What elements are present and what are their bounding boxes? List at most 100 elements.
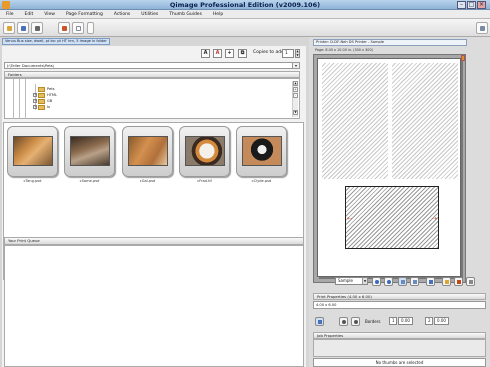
borders-label: Borders [365,319,381,324]
scroll-button-icon[interactable]: – [293,93,298,98]
folders-header: Folders [4,71,300,78]
thumbnail-card[interactable] [179,126,230,177]
menu-help[interactable]: Help [213,12,223,17]
folder-icon [38,104,45,110]
copies-spinner[interactable]: ▲ ▼ [295,49,300,58]
thumbnail-label: cSame.psd [79,179,100,183]
print-queue-area[interactable] [4,245,304,367]
scroll-button-icon[interactable]: + [293,87,298,92]
expand-icon[interactable]: + [33,93,37,97]
print-size-select[interactable]: 4.00 x 6.00 [313,301,486,309]
border-count-2[interactable]: 2 [425,317,433,325]
lock-icon[interactable] [442,277,451,286]
layout-toggle-button[interactable] [476,22,488,34]
chevron-down-icon[interactable] [87,22,94,34]
properties-row: Borders 1 0.00 2 0.00 [313,313,486,329]
prev-page-button[interactable] [372,277,381,286]
corner-handle-icon[interactable] [461,55,465,61]
save-button[interactable] [17,22,29,34]
menu-file[interactable]: File [6,12,14,17]
open-folder-button[interactable] [3,22,15,34]
expand-icon[interactable]: + [33,105,37,109]
copies-label: Copies to add: [253,50,286,55]
zoom-button[interactable]: + [225,49,234,58]
print-settings-button[interactable] [466,277,475,286]
menu-actions[interactable]: Actions [114,12,130,17]
photo-tuxedo-cat [242,136,282,166]
app-title: Qimage Professional Edition (v2009.106) [169,1,321,9]
arrow-left-icon: ⇠ [347,215,353,222]
scroll-down-icon[interactable]: ▼ [293,110,298,115]
photo-orange-cat [13,136,53,166]
menu-thumb-guides[interactable]: Thumb Guides [169,12,202,17]
job-properties-header: Job Properties [313,332,486,339]
folder-icon [38,86,45,92]
paper-sheet: ⇠ ⇢ [317,58,461,277]
menu-edit[interactable]: Edit [25,12,34,17]
expand-icon[interactable]: + [33,99,37,103]
close-button[interactable]: × [477,1,486,9]
single-page-view-button[interactable] [398,277,407,286]
new-document-button[interactable] [72,22,84,34]
thumbnail-card[interactable] [64,126,115,177]
filter-b-button[interactable]: A [213,49,222,58]
status-bar: No thumbs are selected [313,358,486,367]
left-pane: A A + ⧉ Copies to add: 1 ▲ ▼ J:\Teller Do… [2,46,306,367]
path-dropdown-button[interactable]: ▾ [292,62,300,69]
thumbnail-label: cTang.psd [23,179,42,183]
print-button[interactable] [31,22,43,34]
folder-tree[interactable]: Pets + HTML + GB + Ix ▲ + – ▼ [4,78,300,119]
photo-orange-tabby [128,136,168,166]
photo-tabby-cat [70,136,110,166]
right-pane: Printer: D-DF-Neh DS Printer - Sample Pa… [309,37,490,367]
preview-controls: Sample ▼ [309,275,490,289]
arrow-right-icon: ⇢ [431,215,437,222]
menu-view[interactable]: View [44,12,55,17]
rotate-left-button[interactable] [339,317,348,326]
thumbnail-card[interactable] [122,126,173,177]
preview-tab[interactable]: Printer: D-DF-Neh DS Printer - Sample [313,39,467,46]
scroll-up-icon[interactable]: ▲ [293,81,298,86]
border-value-1[interactable]: 0.00 [398,317,413,325]
copies-input[interactable]: 1 [282,49,294,58]
empty-slot-2[interactable] [392,63,458,179]
chevron-down-icon[interactable]: ▼ [362,278,367,284]
info-tab[interactable]: Venus Bus size, dwell, pt bx: pt HT hm, … [2,38,110,45]
thumbnail-label: cGal.psd [139,179,156,183]
photo-slot[interactable]: ⇠ ⇢ [345,186,439,249]
folder-scrollbar[interactable]: ▲ + – ▼ [292,81,298,117]
multi-page-view-button[interactable] [410,277,419,286]
job-properties-area [313,339,486,357]
next-page-button[interactable] [384,277,393,286]
minimize-button[interactable]: – [457,1,466,9]
grid-layout-button[interactable] [426,277,435,286]
filter-a-button[interactable]: A [201,49,210,58]
page-setup-button[interactable] [454,277,463,286]
border-count-1[interactable]: 1 [389,317,397,325]
maximize-button[interactable]: □ [467,1,476,9]
thumbnail-label: cFrad.tif [197,179,212,183]
print-properties-header: Print Properties (4.00 x 6.00) [313,293,486,300]
menu-bar: File Edit View Page Formatting Actions U… [0,10,490,19]
print-queue-header: Your Print Queue [4,237,304,245]
page-preview[interactable]: ⇠ ⇢ [313,54,466,283]
rotate-right-button[interactable] [351,317,360,326]
photo-calico-cat [185,136,225,166]
path-field[interactable]: J:\Teller Documents\Pets\ [4,62,300,69]
crop-mode-button[interactable] [315,317,324,326]
menu-page-formatting[interactable]: Page Formatting [66,12,103,17]
toolbar [0,19,490,37]
folder-icon [38,98,45,104]
magic-wand-button[interactable] [58,22,70,34]
empty-slot-1[interactable] [322,63,388,179]
thumbnail-card[interactable] [236,126,287,177]
thumbnail-label: cClyde.psd [251,179,272,183]
copy-button[interactable]: ⧉ [238,49,247,58]
sample-select[interactable]: Sample ▼ [335,277,368,285]
folder-icon [38,92,45,98]
page-size-label: Page: 8.00 x 10.00 in. (300 x 300) [315,48,373,52]
thumbnail-card[interactable] [7,126,58,177]
border-value-2[interactable]: 0.00 [434,317,449,325]
title-bar: Qimage Professional Edition (v2009.106) … [0,0,490,10]
menu-utilities[interactable]: Utilities [141,12,158,17]
